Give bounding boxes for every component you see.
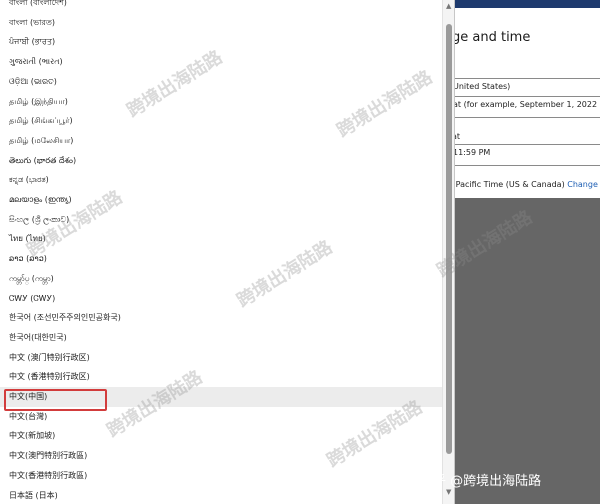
time-value: 11:59 PM [453,148,491,157]
list-item[interactable]: ગુજરાતી (ભારત) [0,52,442,72]
list-item[interactable]: ລາວ (ລາວ) [0,249,442,269]
list-item[interactable]: 中文(澳門特別行政區) [0,446,442,466]
footer-watermark: 知乎 @跨境出海陆路 [420,474,542,489]
dialog-title: ge and time [452,30,531,45]
list-item[interactable]: සිංහල (ශ්‍රී ලංකාව) [0,210,442,230]
timezone-text: ) Pacific Time (US & Canada) [450,180,565,189]
list-item[interactable]: ကမ္ဘာ်ပ္ (ကမ္ဘာ) [0,269,442,289]
list-scrollbar[interactable]: ▲ ▼ [442,0,454,504]
list-item[interactable]: 한국어(대한민국) [0,328,442,348]
list-item[interactable]: ਪੰਜਾਬੀ (ਭਾਰਤ) [0,32,442,52]
list-item[interactable]: 日本語 (日本) [0,486,442,504]
region-value: United States) [453,82,511,91]
list-item[interactable]: മലയാളം (ഇന്ത്യ) [0,190,442,210]
list-item[interactable]: ಕನ್ನಡ (ಭಾರತ) [0,170,442,190]
list-item[interactable]: 한국어 (조선민주주의인민공화국) [0,308,442,328]
scroll-down-icon[interactable]: ▼ [446,488,451,496]
list-item[interactable]: తెలుగు (భారత దేశం) [0,151,442,171]
list-item[interactable]: ไทย (ไทย) [0,229,442,249]
scroll-up-icon[interactable]: ▲ [446,2,451,10]
language-list: বাংলা (বাংলাদেশ) বাংলা (ভারত) ਪੰਜਾਬੀ (ਭਾ… [0,0,442,504]
list-item[interactable]: தமிழ் (சிங்கப்பூர்) [0,111,442,131]
selection-highlight-box [4,389,107,411]
list-item[interactable]: 中文(香港特別行政區) [0,466,442,486]
list-item[interactable]: 中文 (香港特别行政区) [0,367,442,387]
change-timezone-link[interactable]: Change [567,180,598,189]
scrollbar-thumb[interactable] [446,24,452,454]
list-item[interactable]: தமிழ் (இந்தியா) [0,92,442,112]
list-item[interactable]: 中文(新加坡) [0,426,442,446]
list-item[interactable]: বাংলা (বাংলাদেশ) [0,0,442,13]
format-select[interactable]: at (for example, September 1, 2022 is di… [448,96,600,118]
timezone-row: ) Pacific Time (US & Canada) Change [450,180,598,189]
list-item[interactable]: 中文 (澳门特别行政区) [0,348,442,368]
format-value: at (for example, September 1, 2022 is di… [453,100,600,109]
language-dropdown[interactable]: বাংলা (বাংলাদেশ) বাংলা (ভারত) ਪੰਜਾਬੀ (ਭਾ… [0,0,455,504]
list-item[interactable]: ᏣᎳᎩ (ᏣᎳᎩ) [0,289,442,309]
list-item[interactable]: ଓଡ଼ିଆ (ଭାରତ) [0,72,442,92]
list-item[interactable]: বাংলা (ভারত) [0,13,442,33]
time-select[interactable]: 11:59 PM [448,144,600,166]
list-item[interactable]: தமிழ் (மலேசியா) [0,131,442,151]
